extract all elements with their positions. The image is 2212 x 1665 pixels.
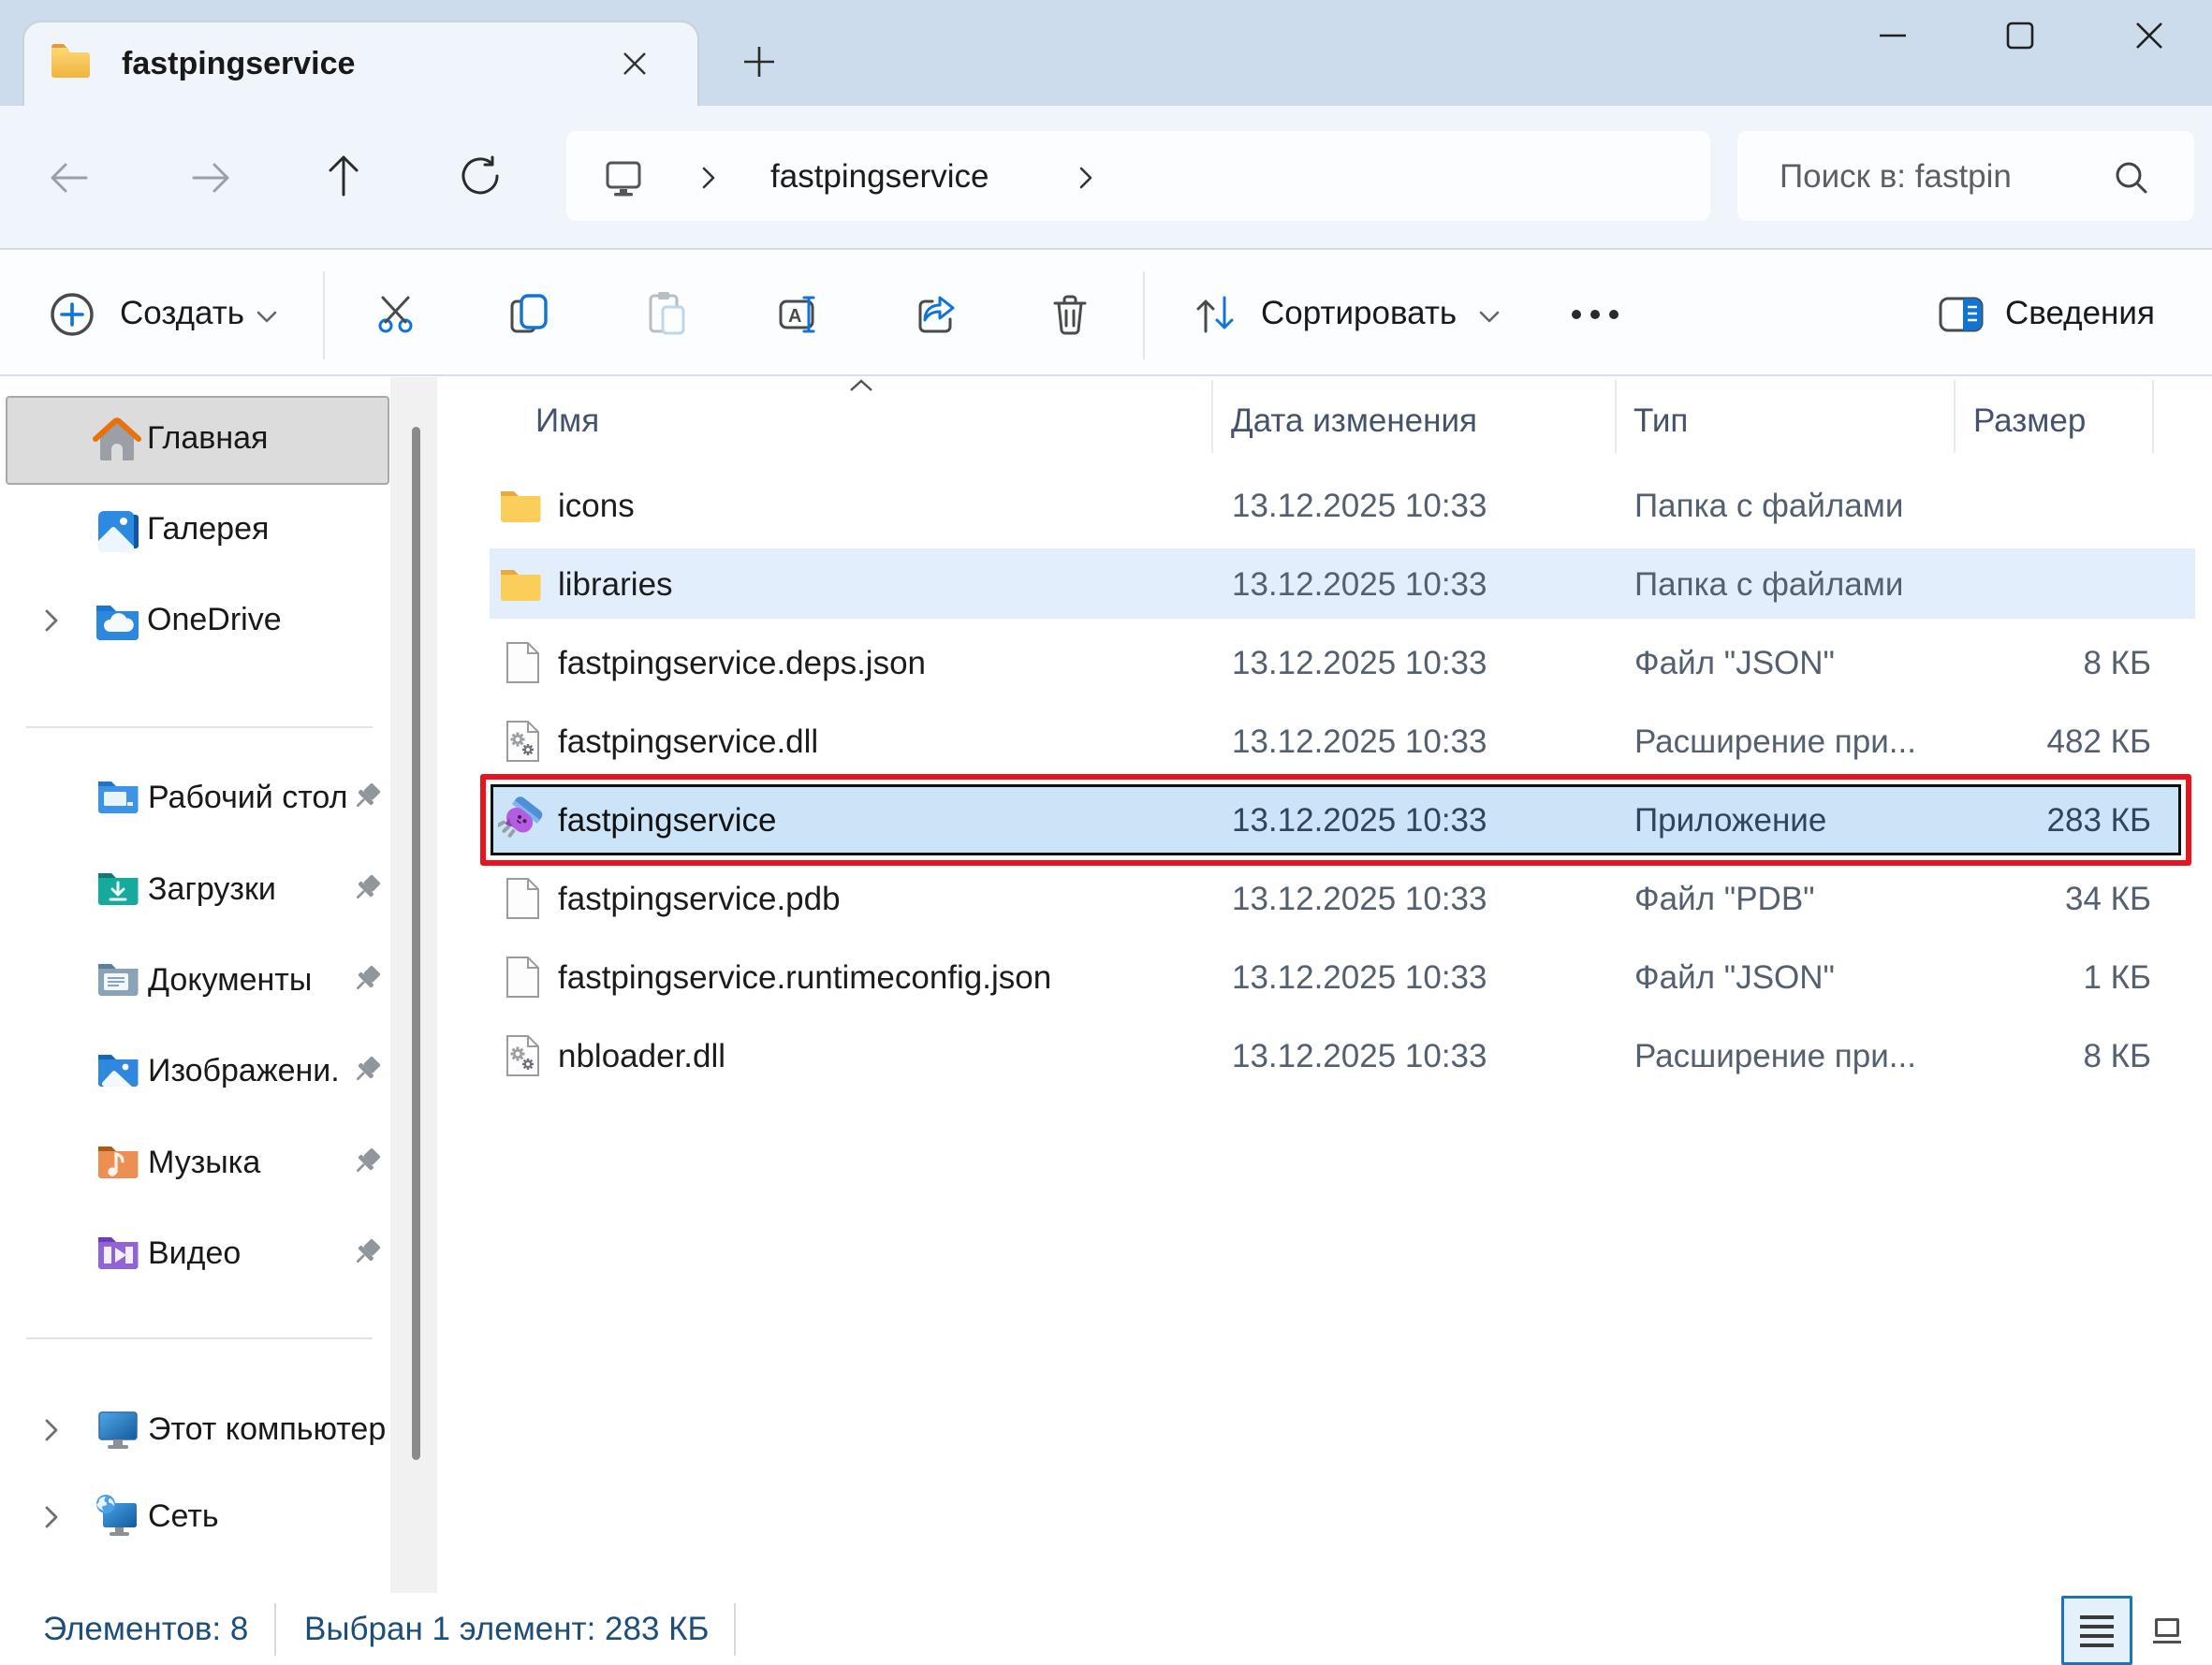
svg-text:A: A <box>788 306 801 327</box>
